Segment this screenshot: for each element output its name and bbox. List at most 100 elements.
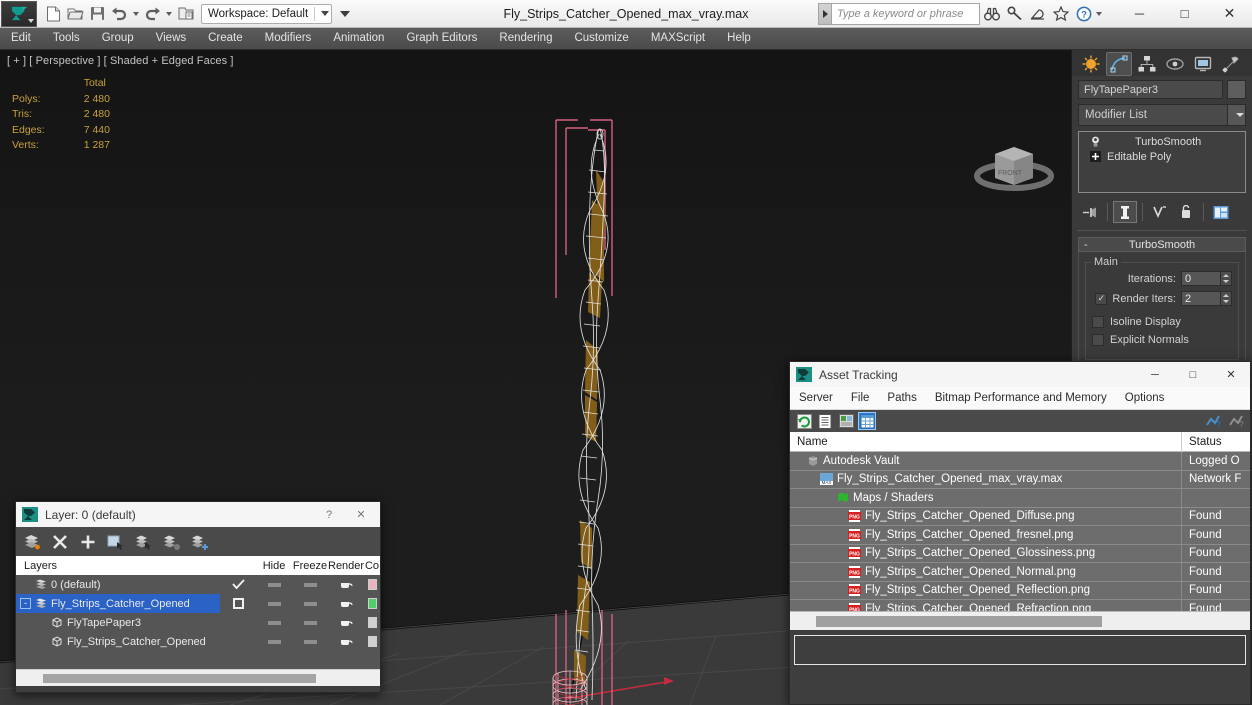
select-objects-in-layer-icon[interactable]: [107, 533, 125, 551]
create-tab[interactable]: [1078, 52, 1104, 76]
hide-toggle[interactable]: [256, 594, 292, 613]
explicit-normals-row[interactable]: Explicit Normals: [1092, 334, 1232, 346]
star-icon[interactable]: [1049, 2, 1072, 26]
column-header-freeze[interactable]: Freeze: [292, 560, 328, 572]
table-row[interactable]: PNG Fly_Strips_Catcher_Opened_fresnel.pn…: [790, 525, 1250, 545]
grid-view-icon[interactable]: [858, 412, 876, 430]
new-file-icon[interactable]: [44, 4, 63, 23]
lightbulb-icon[interactable]: [1089, 135, 1102, 148]
chevron-down-icon[interactable]: [1227, 105, 1245, 125]
object-color-swatch[interactable]: [1227, 80, 1246, 99]
render-toggle[interactable]: [328, 594, 364, 613]
menu-item-modifiers[interactable]: Modifiers: [254, 28, 323, 49]
modifier-list-dropdown[interactable]: Modifier List: [1078, 104, 1246, 126]
menu-item-maxscript[interactable]: MAXScript: [640, 28, 716, 49]
search-expand-icon[interactable]: [818, 2, 832, 25]
help-icon[interactable]: ?: [1072, 2, 1095, 26]
highlight-selected-objects-icon[interactable]: [135, 533, 153, 551]
freeze-toggle[interactable]: [292, 575, 328, 594]
hierarchy-tab[interactable]: [1134, 52, 1160, 76]
display-tab[interactable]: [1190, 52, 1216, 76]
table-row[interactable]: MAX Fly_Strips_Catcher_Opened_max_vray.m…: [790, 470, 1250, 489]
hide-layer-icon[interactable]: [163, 533, 181, 551]
undo-icon[interactable]: [110, 4, 129, 23]
key-icon[interactable]: [1003, 2, 1026, 26]
scrollbar-thumb[interactable]: [816, 615, 1102, 627]
modifier-stack-item-turbosmooth[interactable]: TurboSmooth: [1081, 134, 1243, 149]
asset-menu-file[interactable]: File: [842, 387, 879, 409]
add-selection-icon[interactable]: [79, 533, 97, 551]
asset-table-body[interactable]: Autodesk Vault Logged O MAX Fly_Strips_C…: [790, 452, 1250, 611]
list-item[interactable]: 0 (default): [16, 575, 380, 594]
viewcube[interactable]: FRONT: [965, 128, 1063, 202]
undo-dropdown-icon[interactable]: [133, 11, 139, 16]
menu-item-graph-editors[interactable]: Graph Editors: [395, 28, 488, 49]
close-button[interactable]: ✕: [1212, 362, 1250, 387]
asset-horizontal-scrollbar[interactable]: [790, 611, 1250, 630]
pin-stack-button[interactable]: [1078, 201, 1102, 223]
render-iters-value[interactable]: 2: [1181, 291, 1221, 306]
table-row[interactable]: PNG Fly_Strips_Catcher_Opened_Normal.png…: [790, 562, 1250, 582]
menu-item-tools[interactable]: Tools: [42, 28, 91, 49]
modify-tab[interactable]: [1106, 52, 1132, 76]
hide-toggle[interactable]: [256, 632, 292, 651]
rollout-header[interactable]: - TurboSmooth: [1078, 237, 1246, 252]
column-header-color[interactable]: Co: [364, 560, 380, 572]
render-toggle[interactable]: [328, 575, 364, 594]
list-item[interactable]: FlyTapePaper3: [16, 613, 380, 632]
delete-layer-icon[interactable]: [51, 533, 69, 551]
show-end-result-button[interactable]: [1113, 201, 1137, 223]
freeze-toggle[interactable]: [292, 613, 328, 632]
asset-tracking-window[interactable]: Asset Tracking ─ □ ✕ Server File Paths B…: [789, 361, 1251, 705]
hide-toggle[interactable]: [256, 613, 292, 632]
close-button[interactable]: ✕: [1207, 0, 1252, 28]
column-header-render[interactable]: Render: [328, 560, 364, 572]
object-name-field[interactable]: FlyTapePaper3: [1078, 80, 1223, 99]
search-box[interactable]: Type a keyword or phrase: [818, 2, 980, 25]
menu-item-create[interactable]: Create: [197, 28, 254, 49]
help-gray-icon[interactable]: ?: [1228, 413, 1244, 429]
redo-icon[interactable]: [143, 4, 162, 23]
list-item[interactable]: - Fly_Strips_Catcher_Opened: [16, 594, 380, 613]
list-item[interactable]: Fly_Strips_Catcher_Opened: [16, 632, 380, 651]
help-dropdown-icon[interactable]: [1096, 11, 1102, 16]
workspace-selector[interactable]: Workspace: Default: [201, 3, 333, 24]
explicit-normals-checkbox[interactable]: [1092, 334, 1104, 346]
column-header-hide[interactable]: Hide: [256, 560, 292, 572]
layer-color-swatch[interactable]: [364, 613, 380, 632]
close-button[interactable]: ✕: [342, 502, 380, 527]
help-button[interactable]: ?: [316, 502, 342, 527]
spinner-arrows-icon[interactable]: [1221, 291, 1232, 306]
freeze-toggle[interactable]: [292, 594, 328, 613]
menu-item-animation[interactable]: Animation: [322, 28, 395, 49]
render-iters-spinner[interactable]: 2: [1181, 291, 1232, 306]
hide-toggle[interactable]: [256, 575, 292, 594]
minimize-button[interactable]: ─: [1117, 0, 1162, 28]
asset-menu-options[interactable]: Options: [1116, 387, 1174, 409]
chevron-down-icon[interactable]: [321, 11, 330, 16]
freeze-toggle[interactable]: [292, 632, 328, 651]
render-toggle[interactable]: [328, 613, 364, 632]
open-file-icon[interactable]: [66, 4, 85, 23]
workspace-dropdown-icon[interactable]: [340, 10, 351, 17]
plus-box-icon[interactable]: [1089, 150, 1102, 163]
binoculars-icon[interactable]: [980, 2, 1003, 26]
thumbnail-view-icon[interactable]: [838, 413, 854, 429]
table-row[interactable]: PNG Fly_Strips_Catcher_Opened_Diffuse.pn…: [790, 507, 1250, 526]
column-header-status[interactable]: Status: [1182, 432, 1250, 452]
motion-tab[interactable]: [1162, 52, 1188, 76]
maximize-button[interactable]: □: [1174, 362, 1212, 387]
layer-manager-window[interactable]: Layer: 0 (default) ? ✕ Layers Hide Freez…: [15, 501, 381, 693]
satellite-dish-icon[interactable]: [1026, 2, 1049, 26]
list-view-icon[interactable]: [817, 413, 833, 429]
expand-collapse-icon[interactable]: -: [20, 598, 31, 609]
asset-tracking-titlebar[interactable]: Asset Tracking ─ □ ✕: [790, 362, 1250, 387]
search-input[interactable]: Type a keyword or phrase: [832, 2, 980, 25]
modifier-stack[interactable]: TurboSmooth Editable Poly: [1078, 131, 1246, 193]
render-iters-checkbox[interactable]: ✓: [1095, 292, 1108, 305]
configure-modifier-sets-button[interactable]: [1209, 201, 1233, 223]
table-row[interactable]: PNG Fly_Strips_Catcher_Opened_Reflection…: [790, 581, 1250, 600]
minimize-button[interactable]: ─: [1136, 362, 1174, 387]
render-toggle[interactable]: [328, 632, 364, 651]
help-blue-icon[interactable]: ?: [1205, 413, 1221, 429]
